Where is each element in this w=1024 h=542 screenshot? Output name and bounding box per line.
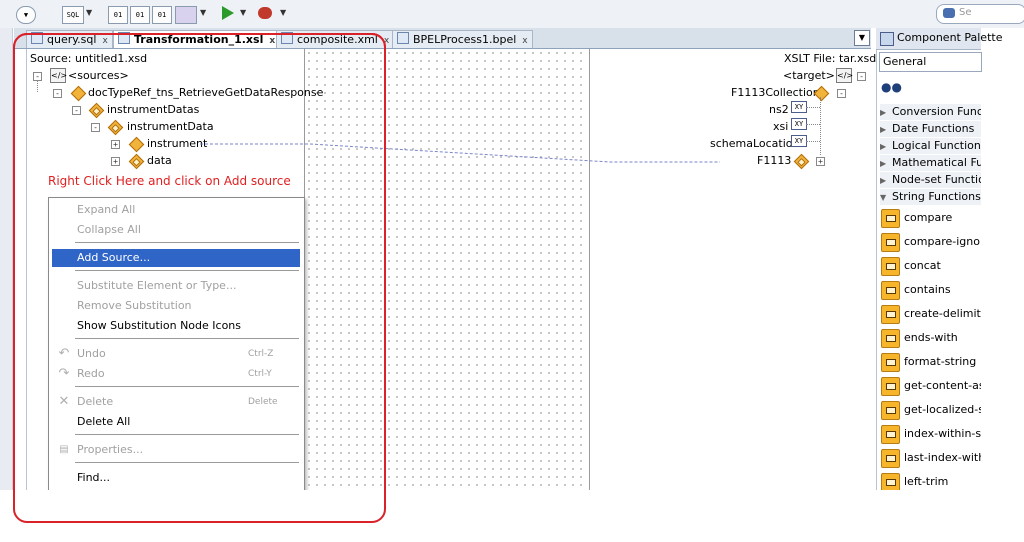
binary-icon-3[interactable]: 01 [152,6,172,24]
function-icon [881,353,900,372]
palette-function-compare-ignore-case[interactable]: compare-ignore-case [880,232,981,252]
collapse-icon[interactable]: - [857,72,866,81]
expand-icon: ▶ [880,142,887,151]
palette-category-mathematical[interactable]: ▶Mathematical Functions [880,155,981,171]
tab-bpel-process[interactable]: BPELProcess1.bpel x [392,30,533,48]
target-header: XSLT File: tar.xsd [784,52,877,65]
tree-node-schemalocation[interactable]: schemaLocation [710,137,800,150]
image-icon[interactable] [175,6,197,24]
dropdown-arrow-icon[interactable]: ▼ [86,8,92,17]
expand-icon[interactable]: + [816,157,825,166]
palette-function-ends-with[interactable]: ends-with [880,328,981,348]
search-icon [943,8,955,18]
palette-function-get-content-as-string[interactable]: get-content-as-string [880,376,981,396]
function-icon [881,257,900,276]
function-icon [881,305,900,324]
expand-icon: ▶ [880,125,887,134]
run-icon[interactable] [222,6,234,20]
function-icon [881,449,900,468]
function-icon [881,209,900,228]
function-icon [881,473,900,490]
history-icon[interactable]: ▼ [16,6,36,24]
close-icon[interactable]: x [522,36,527,46]
bpel-file-icon [397,32,409,44]
tree-node-target[interactable]: <target> [783,69,835,82]
target-root-icon: </> [836,68,853,83]
palette-function-get-localized-string[interactable]: get-localized-string [880,400,981,420]
dropdown-arrow-icon[interactable]: ▼ [280,8,286,17]
tree-node-f1113[interactable]: F1113 [757,154,791,167]
palette-category-string[interactable]: ▼ String Functions [880,189,981,205]
binoculars-icon[interactable]: ●● [881,80,902,94]
pane-divider [589,49,590,490]
expand-icon: ▶ [880,176,887,185]
tree-node-ns2[interactable]: ns2 [769,103,789,116]
target-tree-pane[interactable] [590,49,872,490]
main-toolbar: ▼ SQL ▼ 01 01 01 ▼ ▼ ▼ Se [0,0,1024,28]
sql-worksheet-icon[interactable]: SQL [62,6,84,24]
collapse-icon: ▼ [880,193,887,202]
binary-icon-1[interactable]: 01 [108,6,128,24]
palette-category-select[interactable]: General [879,52,982,72]
function-icon [881,281,900,300]
palette-icon [880,32,894,46]
palette-function-left-trim[interactable]: left-trim [880,472,981,490]
attribute-icon: XY [791,135,807,147]
palette-function-index-within-string[interactable]: index-within-string [880,424,981,444]
function-icon [881,425,900,444]
palette-function-last-index-within-string[interactable]: last-index-within-string [880,448,981,468]
palette-function-concat[interactable]: concat [880,256,981,276]
palette-category-date[interactable]: ▶ Date Functions [880,121,981,137]
tab-list-chevron-icon[interactable]: ▼ [854,30,870,46]
tree-node-f1113collection[interactable]: F1113Collection [731,86,820,99]
debug-icon[interactable] [258,7,272,19]
binary-icon-2[interactable]: 01 [130,6,150,24]
expand-icon: ▶ [880,108,887,117]
attribute-icon: XY [791,101,807,113]
palette-category-nodeset[interactable]: ▶Node-set Functions [880,172,981,188]
left-dock-strip [0,28,13,490]
collapse-icon[interactable]: - [837,89,846,98]
tree-node-xsi[interactable]: xsi [773,120,788,133]
dropdown-arrow-icon[interactable]: ▼ [200,8,206,17]
palette-function-format-string[interactable]: format-string [880,352,981,372]
palette-function-compare[interactable]: compare [880,208,981,228]
palette-header: Component Palette [876,28,1002,50]
attribute-icon: XY [791,118,807,130]
dropdown-arrow-icon[interactable]: ▼ [240,8,246,17]
expand-icon: ▶ [880,159,887,168]
palette-category-conversion[interactable]: ▶Conversion Functions [880,104,981,120]
function-icon [881,233,900,252]
palette-category-logical[interactable]: ▶ Logical Functions [880,138,981,154]
function-icon [881,329,900,348]
function-icon [881,377,900,396]
highlight-outline-overlay [13,33,386,523]
palette-function-create-delimited[interactable]: create-delimited-string [880,304,981,324]
function-icon [881,401,900,420]
palette-function-contains[interactable]: contains [880,280,981,300]
search-input[interactable]: Se [936,4,1024,24]
